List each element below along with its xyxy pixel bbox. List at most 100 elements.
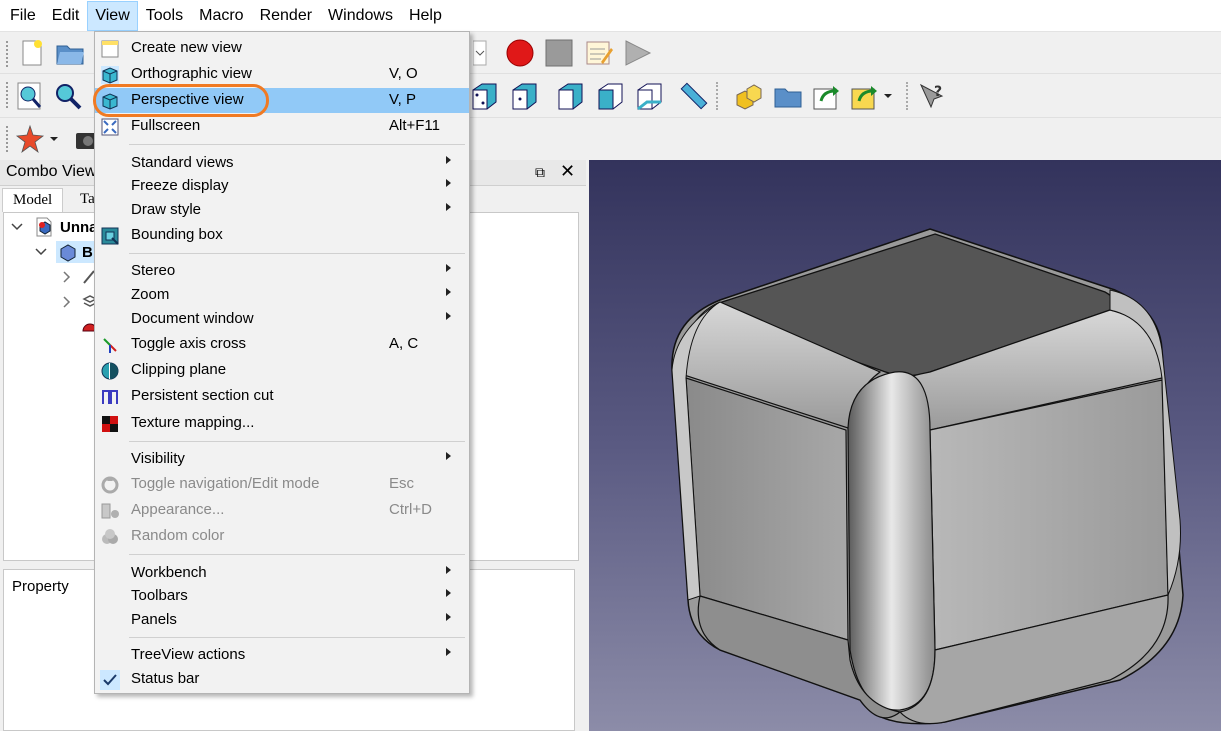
fit-all-icon[interactable] [14, 80, 46, 112]
menu-item-visibility[interactable]: Visibility [95, 447, 469, 472]
chevron-down-icon[interactable] [34, 245, 48, 259]
submenu-arrow-icon [446, 156, 451, 164]
checkmark-icon [100, 670, 120, 690]
workbench-dropdown-icon[interactable] [470, 37, 490, 69]
create-group-icon[interactable] [772, 80, 804, 112]
menu-item-persistent-section-cut[interactable]: Persistent section cut [95, 384, 469, 409]
chevron-down-icon[interactable] [10, 220, 24, 234]
view-bottom-icon[interactable] [633, 80, 665, 112]
tree-selection: B [56, 241, 95, 263]
macro-execute-icon[interactable] [621, 37, 653, 69]
submenu-arrow-icon [446, 589, 451, 597]
menu-tools[interactable]: Tools [138, 1, 191, 31]
axis-cross-icon [103, 338, 117, 353]
view-right-icon[interactable] [468, 80, 500, 112]
menu-separator [129, 637, 465, 638]
macro-stop-icon[interactable] [543, 37, 575, 69]
menu-edit[interactable]: Edit [44, 1, 88, 31]
menu-separator [129, 554, 465, 555]
3d-view[interactable] [589, 160, 1221, 731]
tree-item-label: Unna [60, 218, 98, 236]
submenu-arrow-icon [446, 648, 451, 656]
toolbar-separator [906, 82, 908, 110]
orthographic-cube-icon [101, 66, 119, 84]
fit-selection-icon[interactable] [52, 80, 84, 112]
make-link-icon[interactable] [810, 80, 842, 112]
menu-item-stereo[interactable]: Stereo [95, 259, 469, 284]
body-icon [60, 244, 76, 262]
clipping-plane-icon [101, 362, 119, 380]
menu-macro[interactable]: Macro [191, 1, 251, 31]
toolbar-grip[interactable] [6, 41, 9, 67]
submenu-arrow-icon [446, 613, 451, 621]
rounded-cube-model[interactable] [589, 160, 1221, 731]
tree-row-child[interactable] [60, 290, 98, 314]
menu-item-texture-mapping[interactable]: Texture mapping... [95, 411, 469, 436]
tree-row-child[interactable] [60, 265, 98, 289]
menu-windows[interactable]: Windows [320, 1, 401, 31]
menu-item-fullscreen[interactable]: Fullscreen Alt+F11 [95, 114, 469, 139]
menu-item-freeze-display[interactable]: Freeze display [95, 174, 469, 199]
menu-item-toolbars[interactable]: Toolbars [95, 584, 469, 609]
menu-item-toggle-axis-cross[interactable]: Toggle axis cross A, C [95, 332, 469, 357]
toolbar-separator [716, 82, 718, 110]
menu-view[interactable]: View [87, 0, 138, 31]
tree-row-body[interactable]: B [34, 240, 95, 264]
menu-render[interactable]: Render [252, 1, 320, 31]
link-actions-icon[interactable] [848, 80, 880, 112]
menu-item-draw-style[interactable]: Draw style [95, 198, 469, 223]
float-panel-icon[interactable]: ⧉ [535, 164, 545, 181]
view-left-icon[interactable] [594, 80, 626, 112]
new-document-icon[interactable] [16, 37, 48, 69]
view-menu-dropdown: Create new view Orthographic view V, O P… [94, 31, 470, 694]
create-part-icon[interactable] [732, 80, 764, 112]
navigation-mode-icon [101, 476, 119, 494]
tree-item-label: B [82, 243, 93, 261]
random-color-icon [102, 529, 118, 544]
menu-separator [129, 441, 465, 442]
chevron-right-icon[interactable] [60, 295, 74, 309]
menu-item-status-bar[interactable]: Status bar [95, 667, 469, 692]
menu-bar: File Edit View Tools Macro Render Window… [0, 0, 1221, 32]
menu-item-standard-views[interactable]: Standard views [95, 151, 469, 176]
workbench-star-icon[interactable] [14, 123, 46, 155]
menu-item-treeview-actions[interactable]: TreeView actions [95, 643, 469, 668]
appearance-icon [101, 503, 119, 519]
menu-item-orthographic-view[interactable]: Orthographic view V, O [95, 62, 469, 87]
menu-item-bounding-box[interactable]: Bounding box [95, 223, 469, 248]
menu-item-create-new-view[interactable]: Create new view [95, 36, 469, 61]
whats-this-icon[interactable]: ? [916, 80, 948, 112]
macro-record-icon[interactable] [504, 37, 536, 69]
view-top-icon[interactable] [508, 80, 540, 112]
submenu-arrow-icon [446, 312, 451, 320]
tab-model[interactable]: Model [2, 188, 64, 212]
open-folder-icon[interactable] [54, 37, 86, 69]
menu-item-workbench[interactable]: Workbench [95, 561, 469, 586]
menu-item-zoom[interactable]: Zoom [95, 283, 469, 308]
menu-separator [129, 253, 465, 254]
macro-edit-icon[interactable] [582, 37, 614, 69]
chevron-right-icon[interactable] [60, 270, 74, 284]
submenu-arrow-icon [446, 452, 451, 460]
menu-item-panels[interactable]: Panels [95, 608, 469, 633]
toolbar-grip[interactable] [6, 82, 9, 108]
menu-help[interactable]: Help [401, 1, 450, 31]
combo-view-title: Combo View [6, 163, 97, 180]
menu-item-appearance: Appearance... Ctrl+D [95, 498, 469, 523]
new-view-icon [101, 40, 119, 58]
perspective-cube-icon [102, 93, 118, 110]
menu-item-perspective-view[interactable]: Perspective view V, P [95, 88, 469, 113]
close-icon[interactable]: ✕ [560, 161, 575, 182]
submenu-arrow-icon [446, 288, 451, 296]
measure-distance-icon[interactable] [677, 80, 709, 112]
menu-file[interactable]: File [2, 1, 44, 31]
chevron-down-icon[interactable] [46, 123, 62, 155]
menu-separator [129, 144, 465, 145]
menu-item-document-window[interactable]: Document window [95, 307, 469, 332]
toolbar-grip[interactable] [6, 126, 9, 152]
menu-item-clipping-plane[interactable]: Clipping plane [95, 358, 469, 383]
chevron-down-icon[interactable] [880, 80, 896, 112]
tree-row-document[interactable]: Unna [10, 215, 98, 239]
bounding-box-icon [101, 227, 119, 245]
view-rear-icon[interactable] [554, 80, 586, 112]
